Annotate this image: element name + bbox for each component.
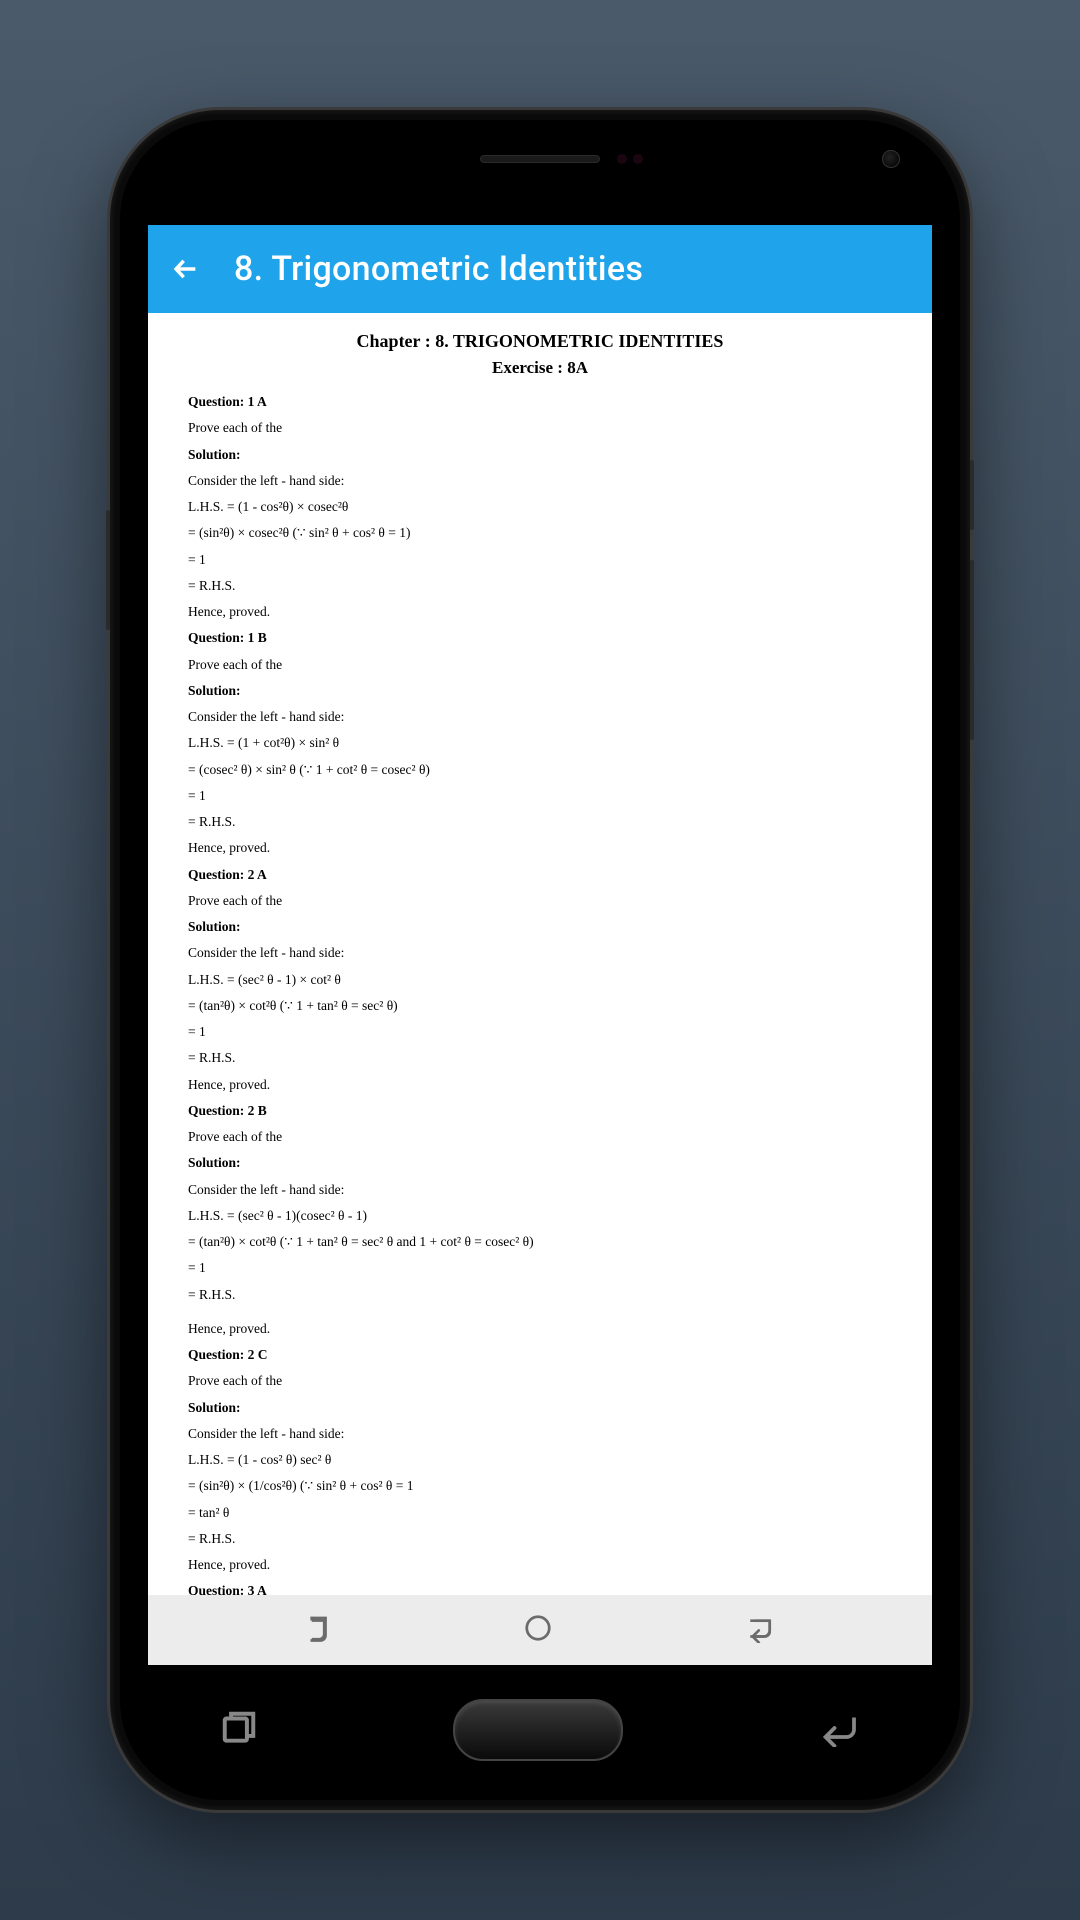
solution-line: = 1 [188,550,892,570]
front-camera [882,150,900,168]
question-label: Question: 2 B [188,1101,892,1121]
solution-line: = R.H.S. [188,812,892,832]
solution-line: = 1 [188,1258,892,1278]
side-button [970,560,974,740]
question-prompt: Prove each of the [188,418,892,438]
app-header: 8. Trigonometric Identities [148,225,932,313]
solution-line: = R.H.S. [188,576,892,596]
back-icon [743,1613,777,1643]
solution-line: = R.H.S. [188,1285,892,1305]
solution-line: = (tan²θ) × cot²θ (∵ 1 + tan² θ = sec² θ… [188,996,892,1016]
document-content[interactable]: Chapter : 8. TRIGONOMETRIC IDENTITIES Ex… [148,313,932,1595]
sensor-dot [617,154,627,164]
hw-recent-button[interactable] [220,1709,258,1751]
question-label: Question: 2 C [188,1345,892,1365]
page-title: 8. Trigonometric Identities [234,249,643,289]
solution-line: L.H.S. = (1 - cos² θ) sec² θ [188,1450,892,1470]
question-label: Question: 2 A [188,865,892,885]
solution-line: Consider the left - hand side: [188,943,892,963]
solution-line: = R.H.S. [188,1529,892,1549]
back-button[interactable] [168,251,204,287]
question-label: Question: 1 B [188,628,892,648]
solution-line: L.H.S. = (sec² θ - 1) × cot² θ [188,970,892,990]
recent-icon [303,1613,333,1643]
solution-label: Solution: [188,445,892,465]
solution-line: L.H.S. = (1 - cos²θ) × cosec²θ [188,497,892,517]
solution-label: Solution: [188,681,892,701]
solution-label: Solution: [188,1153,892,1173]
window-icon [220,1709,258,1747]
solution-line: = (sin²θ) × (1/cos²θ) (∵ sin² θ + cos² θ… [188,1476,892,1496]
question-prompt: Prove each of the [188,655,892,675]
solution-line: Hence, proved. [188,838,892,858]
exercise-title: Exercise : 8A [188,358,892,378]
phone-inner: 8. Trigonometric Identities Chapter : 8.… [120,120,960,1800]
soft-nav-bar [148,1595,932,1665]
solution-line: Consider the left - hand side: [188,471,892,491]
chapter-title: Chapter : 8. TRIGONOMETRIC IDENTITIES [188,331,892,352]
solution-line: = (sin²θ) × cosec²θ (∵ sin² θ + cos² θ =… [188,523,892,543]
question-prompt: Prove each of the [188,1127,892,1147]
home-button[interactable] [523,1613,553,1647]
question-prompt: Prove each of the [188,891,892,911]
solution-line: L.H.S. = (1 + cot²θ) × sin² θ [188,733,892,753]
question-label: Question: 1 A [188,392,892,412]
volume-button [106,510,110,630]
arrow-left-icon [172,255,200,283]
phone-frame: 8. Trigonometric Identities Chapter : 8.… [110,110,970,1810]
solution-line: Consider the left - hand side: [188,1180,892,1200]
solution-line: Hence, proved. [188,1555,892,1575]
screen: 8. Trigonometric Identities Chapter : 8.… [148,225,932,1665]
solution-line: Hence, proved. [188,1075,892,1095]
solution-line: Consider the left - hand side: [188,1424,892,1444]
solution-line: L.H.S. = (sec² θ - 1)(cosec² θ - 1) [188,1206,892,1226]
solution-label: Solution: [188,917,892,937]
power-button [970,460,974,530]
solution-line: Hence, proved. [188,602,892,622]
question-label: Question: 3 A [188,1581,892,1595]
solution-line: = 1 [188,786,892,806]
hw-home-button[interactable] [453,1699,623,1761]
solution-line: Hence, proved. [188,1319,892,1339]
solution-line: = 1 [188,1022,892,1042]
return-icon [818,1709,860,1747]
question-prompt: Prove each of the [188,1371,892,1391]
hardware-buttons [120,1690,960,1770]
hw-back-button[interactable] [818,1709,860,1751]
solution-line: = (cosec² θ) × sin² θ (∵ 1 + cot² θ = co… [188,760,892,780]
solution-line: = R.H.S. [188,1048,892,1068]
sensor-dot [633,154,643,164]
circle-icon [523,1613,553,1643]
solution-line: Consider the left - hand side: [188,707,892,727]
back-soft-button[interactable] [743,1613,777,1647]
solution-line: = (tan²θ) × cot²θ (∵ 1 + tan² θ = sec² θ… [188,1232,892,1252]
solution-label: Solution: [188,1398,892,1418]
solution-line: = tan² θ [188,1503,892,1523]
recent-apps-button[interactable] [303,1613,333,1647]
phone-speaker [480,155,600,163]
